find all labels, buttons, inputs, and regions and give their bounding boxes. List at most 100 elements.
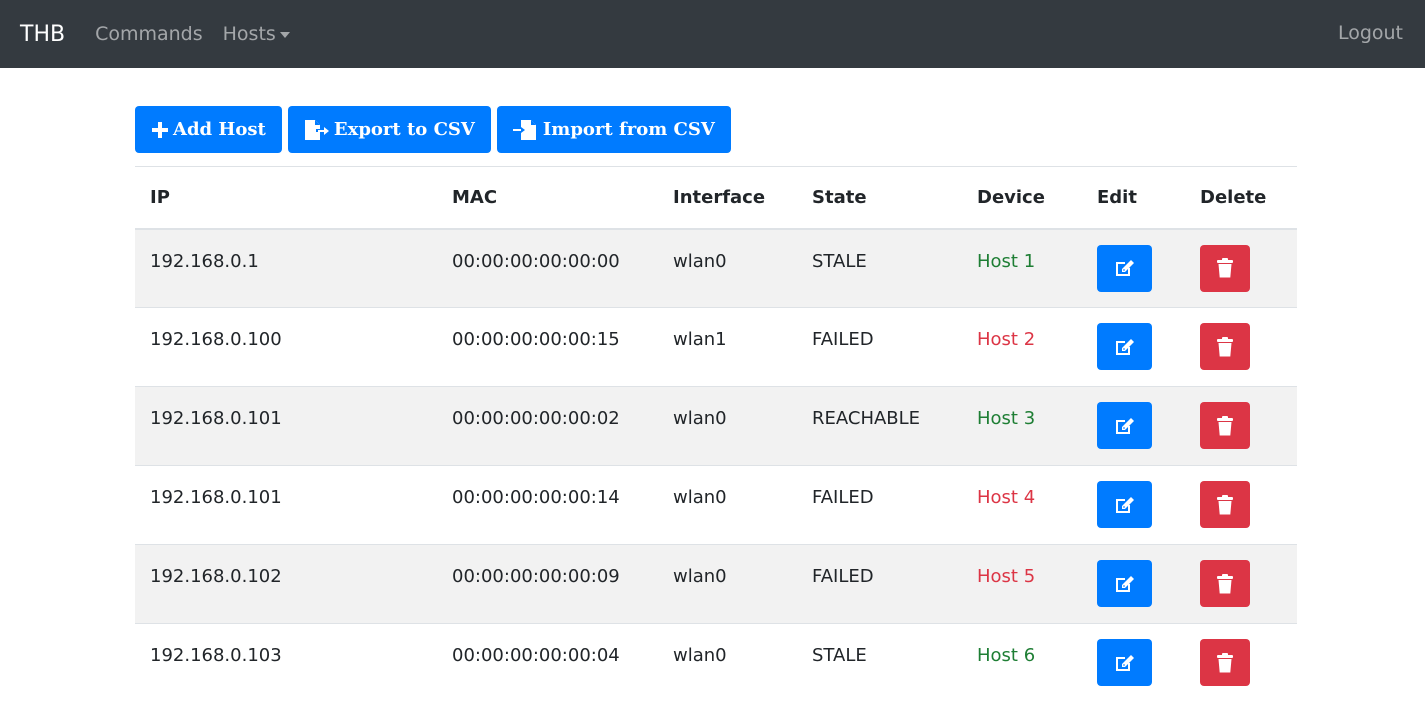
header-device: Device	[962, 166, 1082, 230]
delete-button[interactable]	[1200, 639, 1250, 686]
trash-icon	[1217, 258, 1233, 278]
cell-state: FAILED	[797, 544, 962, 624]
logout-link[interactable]: Logout	[1338, 22, 1403, 44]
edit-icon	[1115, 496, 1134, 513]
export-csv-button[interactable]: Export to CSV	[287, 106, 491, 153]
import-csv-button[interactable]: Import from CSV	[496, 106, 731, 153]
cell-mac: 00:00:00:00:00:02	[437, 386, 658, 466]
cell-state: STALE	[797, 228, 962, 308]
header-delete: Delete	[1185, 166, 1297, 230]
header-interface: Interface	[658, 166, 797, 230]
cell-delete	[1185, 307, 1297, 387]
delete-button[interactable]	[1200, 323, 1250, 370]
cell-interface: wlan0	[658, 386, 797, 466]
edit-button[interactable]	[1097, 244, 1152, 292]
table-row: 192.168.0.101 00:00:00:00:00:02 wlan0 REACH…	[135, 386, 1297, 466]
edit-button[interactable]	[1097, 481, 1152, 528]
cell-device: Host 2	[962, 307, 1082, 387]
nav-hosts-label: Hosts	[222, 23, 276, 45]
cell-delete	[1185, 623, 1297, 703]
cell-delete	[1185, 386, 1297, 466]
cell-edit	[1082, 544, 1185, 624]
cell-ip: 192.168.0.101	[135, 386, 437, 466]
delete-button[interactable]	[1200, 560, 1250, 607]
header-mac: MAC	[437, 166, 658, 230]
cell-ip: 192.168.0.103	[135, 623, 437, 703]
table-row: 192.168.0.103 00:00:00:00:00:04 wlan0 STALE…	[135, 623, 1297, 703]
delete-button[interactable]	[1200, 481, 1250, 528]
cell-mac: 00:00:00:00:00:15	[437, 307, 658, 387]
cell-interface: wlan0	[658, 623, 797, 703]
cell-delete	[1185, 544, 1297, 624]
table-header-row: IP MAC Interface State Device Edit Delet…	[135, 166, 1297, 230]
cell-state: STALE	[797, 623, 962, 703]
cell-ip: 192.168.0.102	[135, 544, 437, 624]
main-content: Add Host Export to CSV Import from CSV I…	[135, 106, 1297, 703]
edit-icon	[1115, 417, 1134, 434]
toolbar: Add Host Export to CSV Import from CSV	[135, 106, 1297, 153]
cell-state: FAILED	[797, 307, 962, 387]
cell-interface: wlan0	[658, 544, 797, 624]
nav-commands-label: Commands	[95, 23, 203, 45]
cell-state: FAILED	[797, 465, 962, 545]
nav-hosts-dropdown[interactable]: Hosts	[223, 23, 290, 45]
add-host-button[interactable]: Add Host	[135, 106, 282, 153]
cell-ip: 192.168.0.100	[135, 307, 437, 387]
cell-interface: wlan1	[658, 307, 797, 387]
cell-interface: wlan0	[658, 465, 797, 545]
top-navbar: THB Commands Hosts Logout	[0, 0, 1425, 68]
header-edit: Edit	[1082, 166, 1185, 230]
table-row: 192.168.0.101 00:00:00:00:00:14 wlan0 FAILE…	[135, 465, 1297, 545]
brand-logo[interactable]: THB	[20, 22, 65, 47]
export-csv-label: Export to CSV	[333, 119, 475, 140]
header-state: State	[797, 166, 962, 230]
trash-icon	[1217, 494, 1233, 514]
cell-mac: 00:00:00:00:00:00	[437, 228, 658, 308]
edit-icon	[1115, 260, 1134, 276]
delete-button[interactable]	[1200, 402, 1250, 449]
cell-device: Host 4	[962, 465, 1082, 545]
cell-edit	[1082, 386, 1185, 466]
cell-mac: 00:00:00:00:00:09	[437, 544, 658, 624]
edit-icon	[1115, 575, 1134, 592]
edit-button[interactable]	[1097, 402, 1152, 449]
cell-edit	[1082, 465, 1185, 545]
cell-mac: 00:00:00:00:00:04	[437, 623, 658, 703]
cell-ip: 192.168.0.101	[135, 465, 437, 545]
edit-icon	[1115, 338, 1134, 355]
nav-commands[interactable]: Commands	[95, 23, 203, 45]
cell-interface: wlan0	[658, 228, 797, 308]
table-row: 192.168.0.100 00:00:00:00:00:15 wlan1 FAILE…	[135, 307, 1297, 387]
file-export-icon	[304, 119, 329, 140]
cell-edit	[1082, 623, 1185, 703]
cell-device: Host 1	[962, 228, 1082, 308]
hosts-table: IP MAC Interface State Device Edit Delet…	[135, 166, 1297, 703]
cell-edit	[1082, 228, 1185, 308]
cell-device: Host 3	[962, 386, 1082, 466]
caret-down-icon	[279, 32, 290, 38]
edit-button[interactable]	[1097, 639, 1152, 686]
table-row: 192.168.0.102 00:00:00:00:00:09 wlan0 FAILE…	[135, 544, 1297, 624]
trash-icon	[1217, 415, 1233, 435]
trash-icon	[1217, 573, 1233, 593]
edit-button[interactable]	[1097, 323, 1152, 370]
cell-delete	[1185, 228, 1297, 308]
cell-mac: 00:00:00:00:00:14	[437, 465, 658, 545]
cell-device: Host 6	[962, 623, 1082, 703]
edit-button[interactable]	[1097, 560, 1152, 607]
import-csv-label: Import from CSV	[542, 119, 715, 140]
cell-delete	[1185, 465, 1297, 545]
edit-icon	[1115, 654, 1134, 671]
delete-button[interactable]	[1200, 244, 1250, 292]
cell-ip: 192.168.0.1	[135, 228, 437, 308]
plus-icon	[152, 121, 168, 138]
trash-icon	[1217, 652, 1233, 672]
header-ip: IP	[135, 166, 437, 230]
cell-edit	[1082, 307, 1185, 387]
add-host-label: Add Host	[173, 119, 266, 140]
trash-icon	[1217, 336, 1233, 356]
cell-device: Host 5	[962, 544, 1082, 624]
cell-state: REACHABLE	[797, 386, 962, 466]
file-import-icon	[512, 119, 536, 140]
table-row: 192.168.0.1 00:00:00:00:00:00 wlan0 STALE Ho…	[135, 228, 1297, 308]
